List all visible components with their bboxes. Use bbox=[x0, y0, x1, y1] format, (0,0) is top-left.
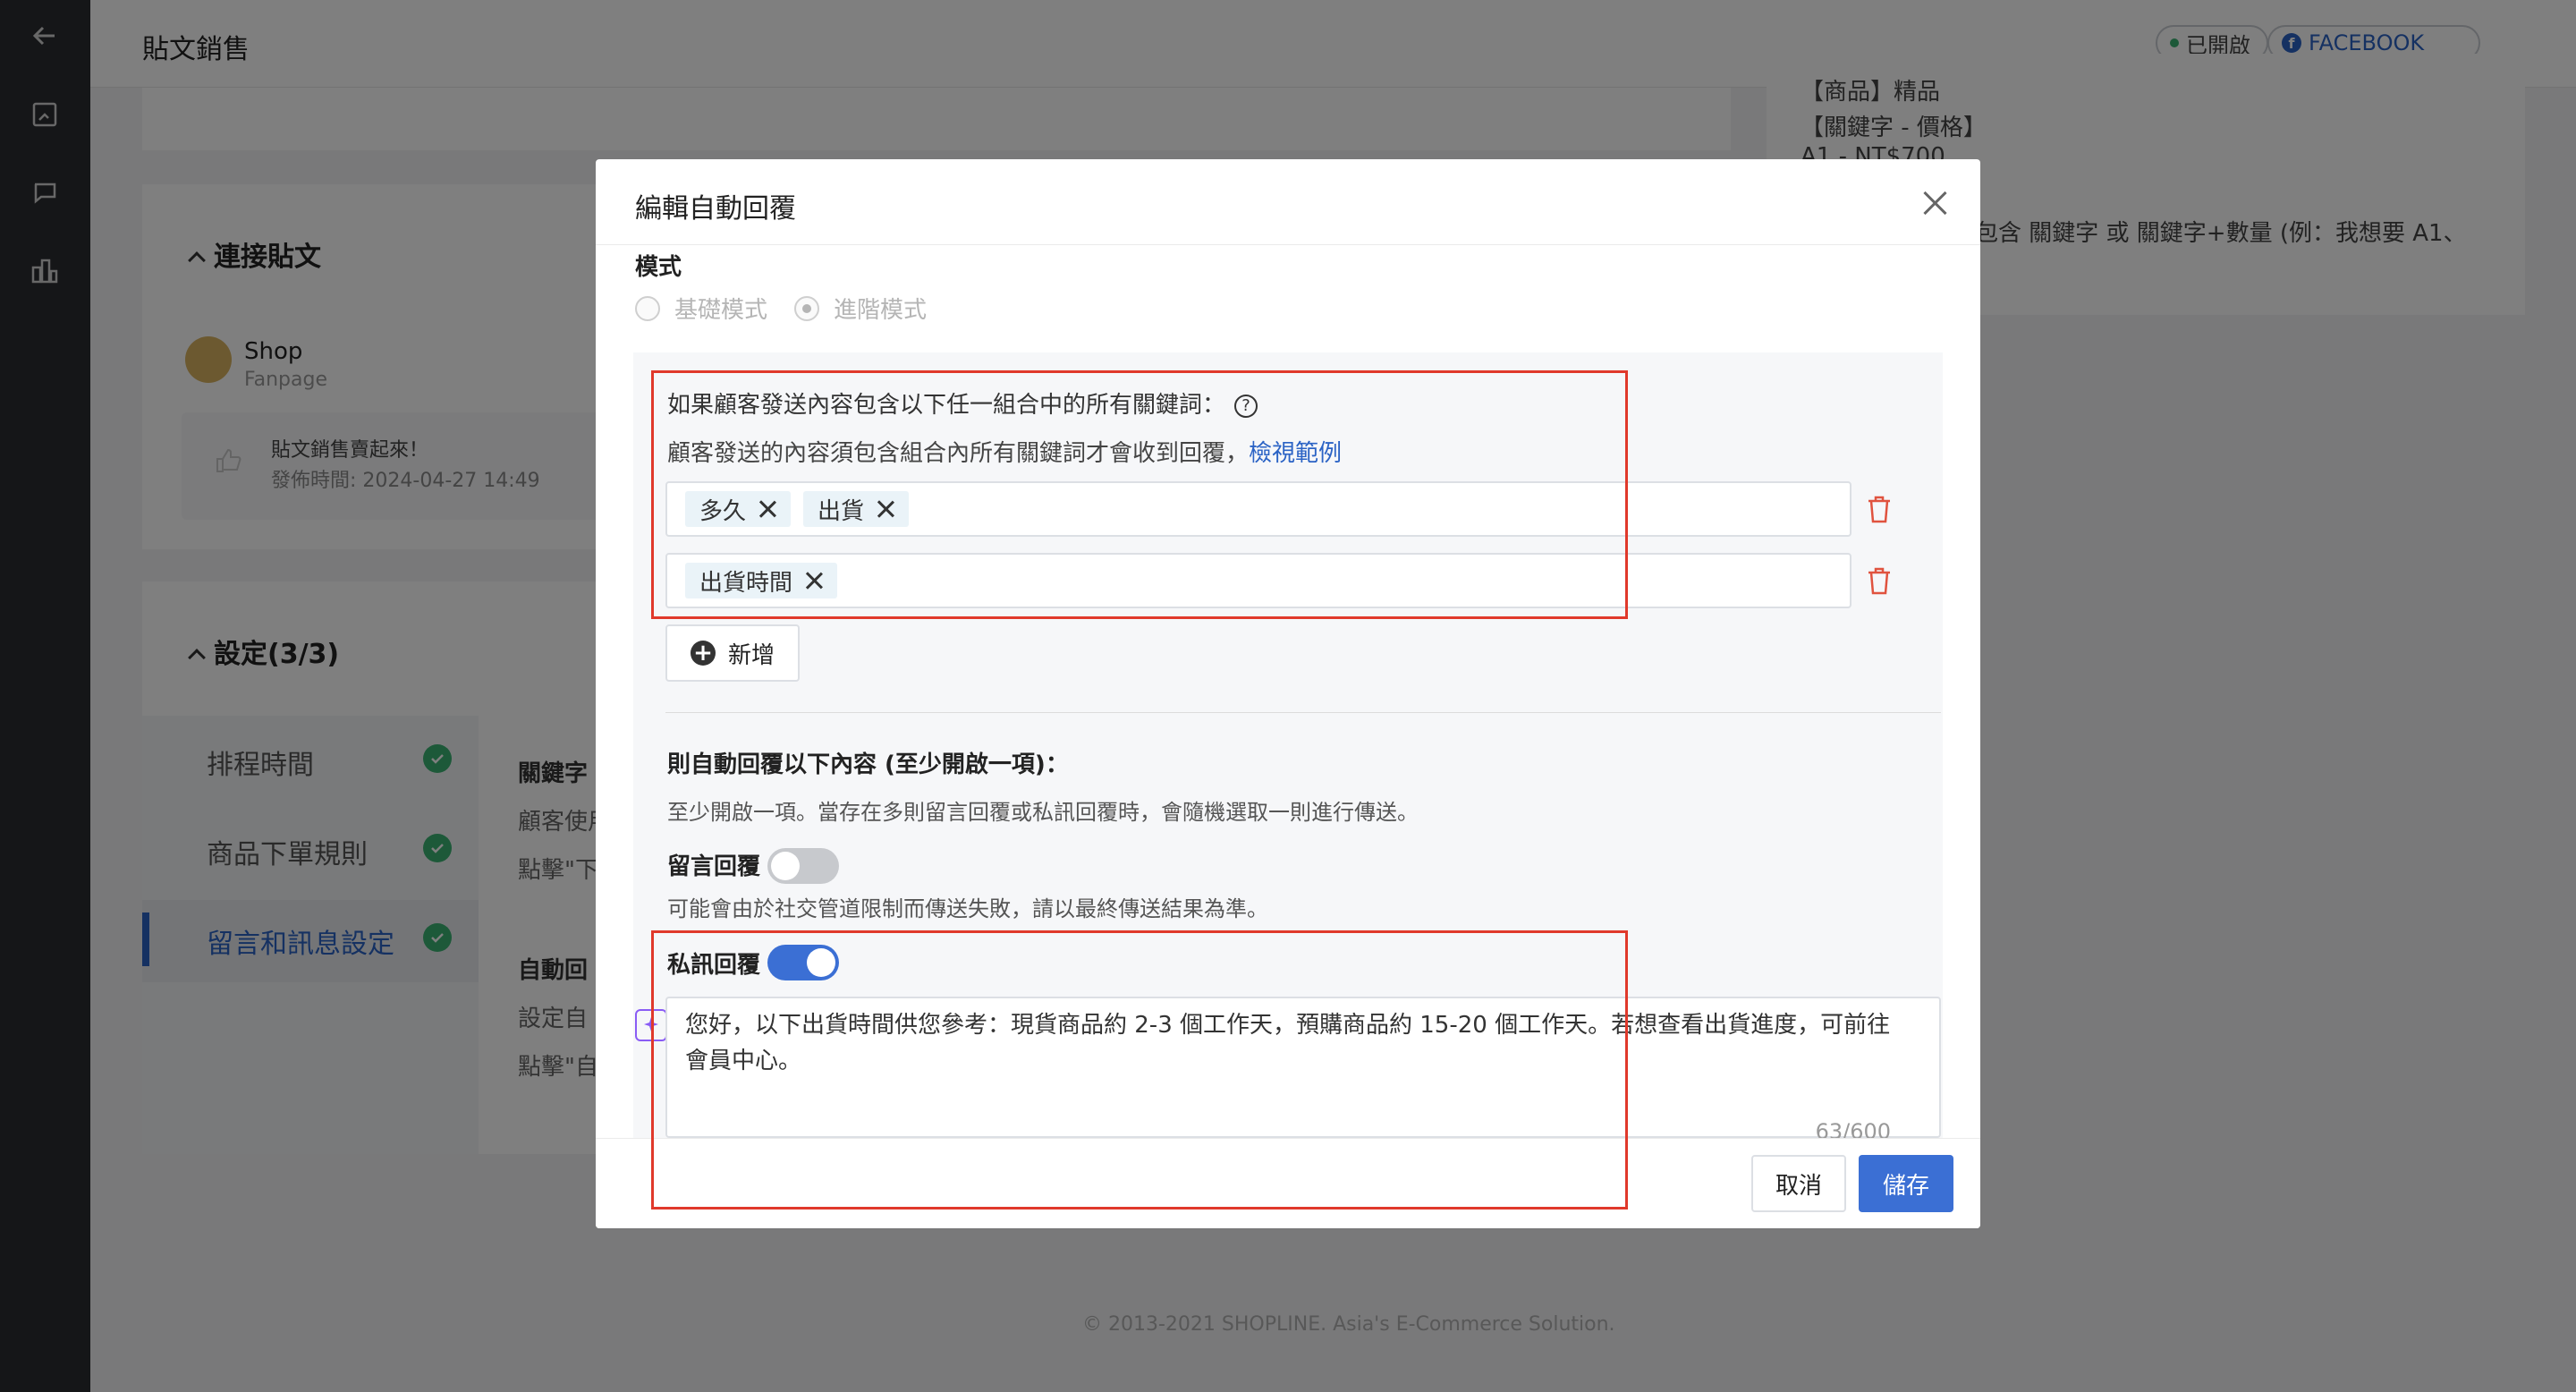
keyword-sub-text: 顧客發送的內容須包含組合內所有關鍵詞才會收到回覆， bbox=[667, 440, 1250, 467]
keyword-tag: 出貨時間 bbox=[685, 563, 838, 598]
keyword-tag: 出貨 bbox=[803, 491, 910, 527]
keyword-condition-hint: 如果顧客發送內容包含以下任一組合中的所有關鍵詞：? bbox=[667, 386, 1258, 420]
dm-reply-label: 私訊回覆 bbox=[667, 952, 761, 979]
modal-header: 編輯自動回覆 bbox=[596, 159, 1980, 245]
keyword-subtext: 顧客發送的內容須包含組合內所有關鍵詞才會收到回覆，檢視範例 bbox=[667, 435, 1342, 468]
radio-selected-icon bbox=[794, 295, 819, 321]
keyword-tag-label: 出貨 bbox=[818, 497, 865, 525]
modal-footer: 取消 儲存 bbox=[596, 1138, 1980, 1228]
close-icon[interactable] bbox=[1921, 190, 1948, 216]
mode-label: 模式 bbox=[635, 254, 682, 281]
comment-reply-label: 留言回覆 bbox=[667, 853, 761, 880]
add-keyword-group-button[interactable]: + 新增 bbox=[665, 624, 801, 682]
dm-reply-toggle[interactable] bbox=[767, 945, 839, 980]
keyword-tag: 多久 bbox=[685, 491, 792, 527]
radio-icon bbox=[635, 295, 660, 321]
mode-basic-radio[interactable]: 基礎模式 bbox=[635, 292, 767, 325]
mode-advanced-label: 進階模式 bbox=[834, 297, 928, 324]
view-example-link[interactable]: 檢視範例 bbox=[1249, 440, 1342, 467]
edit-auto-reply-modal: 編輯自動回覆 模式 基礎模式 進階模式 如果顧客發送內容包含以下任一組合中的所有… bbox=[596, 159, 1980, 1228]
cancel-button[interactable]: 取消 bbox=[1751, 1155, 1846, 1212]
dm-message-text: 您好，以下出貨時間供您參考：現貨商品約 2-3 個工作天，預購商品約 15-20… bbox=[685, 1012, 1891, 1074]
save-button[interactable]: 儲存 bbox=[1859, 1155, 1953, 1212]
modal-title: 編輯自動回覆 bbox=[635, 193, 796, 225]
remove-tag-icon[interactable] bbox=[758, 500, 776, 518]
keyword-tag-label: 多久 bbox=[699, 497, 747, 525]
reply-content-desc: 至少開啟一項。當存在多則留言回覆或私訊回覆時，會隨機選取一則進行傳送。 bbox=[667, 800, 1419, 825]
help-icon[interactable]: ? bbox=[1234, 394, 1258, 418]
remove-tag-icon[interactable] bbox=[805, 572, 823, 590]
remove-tag-icon[interactable] bbox=[877, 500, 894, 518]
dm-message-textarea[interactable]: 您好，以下出貨時間供您參考：現貨商品約 2-3 個工作天，預購商品約 15-20… bbox=[665, 997, 1941, 1138]
trash-icon[interactable] bbox=[1866, 494, 1893, 524]
toggle-knob bbox=[771, 852, 800, 880]
ai-assist-icon[interactable] bbox=[635, 1009, 667, 1041]
plus-circle-icon: + bbox=[691, 641, 716, 666]
keyword-group-input[interactable]: 多久 出貨 bbox=[665, 481, 1852, 537]
reply-content-title: 則自動回覆以下內容 (至少開啟一項)： bbox=[667, 751, 1069, 778]
divider bbox=[665, 712, 1941, 713]
comment-reply-toggle[interactable] bbox=[767, 848, 839, 884]
mode-basic-label: 基礎模式 bbox=[674, 297, 768, 324]
toggle-knob bbox=[807, 948, 835, 977]
keyword-group-input[interactable]: 出貨時間 bbox=[665, 553, 1852, 608]
add-label: 新增 bbox=[728, 641, 775, 669]
trash-icon[interactable] bbox=[1866, 565, 1893, 596]
mode-advanced-radio[interactable]: 進階模式 bbox=[794, 292, 927, 325]
comment-reply-note: 可能會由於社交管道限制而傳送失敗，請以最終傳送結果為準。 bbox=[667, 896, 1268, 921]
keyword-hint-text: 如果顧客發送內容包含以下任一組合中的所有關鍵詞： bbox=[667, 392, 1226, 419]
keyword-tag-label: 出貨時間 bbox=[699, 569, 793, 597]
